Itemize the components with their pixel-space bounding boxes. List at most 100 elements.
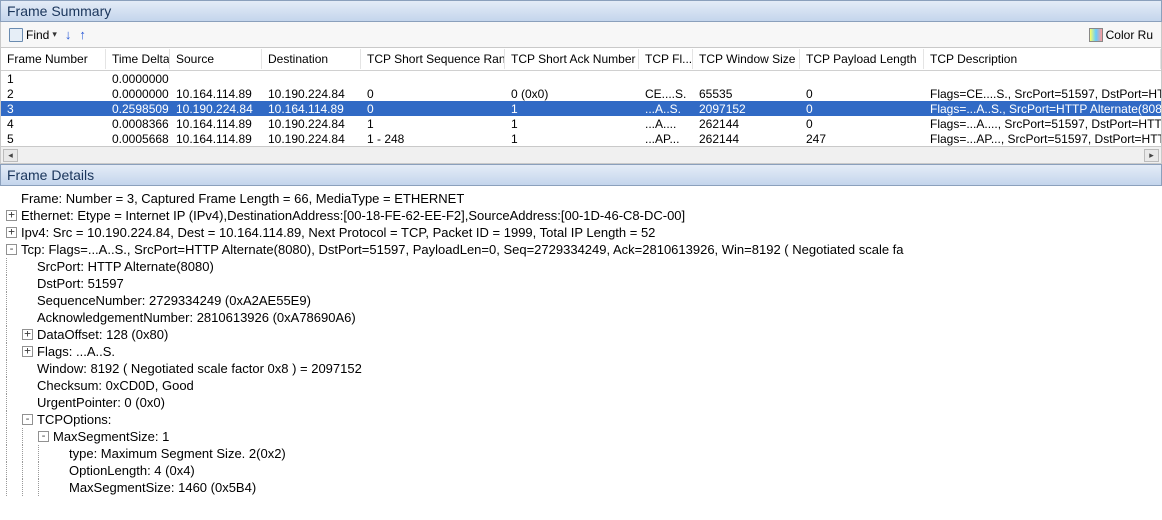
expand-icon[interactable]: + [6,210,17,221]
arrow-up-icon: ↑ [79,27,86,42]
tree-node-text: SrcPort: HTTP Alternate(8080) [37,258,214,275]
col-frame-number[interactable]: Frame Number [1,49,106,69]
tree-node-text: Ipv4: Src = 10.190.224.84, Dest = 10.164… [21,224,655,241]
cell-source: 10.190.224.84 [170,102,262,116]
tree-node[interactable]: Frame: Number = 3, Captured Frame Length… [6,190,1160,207]
tree-leaf-icon [54,448,65,459]
cell-tcp-flags: ...AP... [639,132,693,146]
cell-payload-len: 0 [800,87,924,101]
tree-leaf-icon [54,482,65,493]
tree-node-text: OptionLength: 4 (0x4) [69,462,195,479]
tree-node[interactable]: Window: 8192 ( Negotiated scale factor 0… [6,360,1160,377]
tree-node-text: Tcp: Flags=...A..S., SrcPort=HTTP Altern… [21,241,904,258]
tree-node[interactable]: MaxSegmentSize: 1460 (0x5B4) [6,479,1160,496]
cell-payload-len: 247 [800,132,924,146]
cell-seq-range: 0 [361,87,505,101]
col-window-size[interactable]: TCP Window Size [693,49,800,69]
frame-details-tree[interactable]: Frame: Number = 3, Captured Frame Length… [0,186,1162,500]
tree-node-text: Flags: ...A..S. [37,343,115,360]
cell-frame-number: 1 [1,72,106,86]
cell-window-size: 2097152 [693,102,800,116]
cell-destination: 10.190.224.84 [262,117,361,131]
tree-node[interactable]: + Flags: ...A..S. [6,343,1160,360]
find-label: Find [26,28,49,42]
tree-leaf-icon [22,397,33,408]
tree-node[interactable]: Checksum: 0xCD0D, Good [6,377,1160,394]
expand-icon[interactable]: + [6,227,17,238]
tree-node[interactable]: +DataOffset: 128 (0x80) [6,326,1160,343]
table-row[interactable]: 50.000566810.164.114.8910.190.224.841 - … [1,131,1161,146]
col-description[interactable]: TCP Description [924,49,1161,69]
cell-payload-len: 0 [800,102,924,116]
col-ack-number[interactable]: TCP Short Ack Number [505,49,639,69]
frame-summary-header: Frame Summary [0,0,1162,22]
cell-tcp-flags: ...A..S. [639,102,693,116]
tree-node[interactable]: UrgentPointer: 0 (0x0) [6,394,1160,411]
table-row[interactable]: 30.259850910.190.224.8410.164.114.8901..… [1,101,1161,116]
grid-body: 10.000000020.000000010.164.114.8910.190.… [1,71,1161,146]
color-rules-icon [1089,28,1103,42]
table-row[interactable]: 20.000000010.164.114.8910.190.224.8400 (… [1,86,1161,101]
tree-leaf-icon [6,193,17,204]
cell-ack-number: 1 [505,132,639,146]
tree-node[interactable]: +Ethernet: Etype = Internet IP (IPv4),De… [6,207,1160,224]
tree-node[interactable]: + Ipv4: Src = 10.190.224.84, Dest = 10.16… [6,224,1160,241]
cell-destination: 10.190.224.84 [262,87,361,101]
col-tcp-flags[interactable]: TCP Fl... [639,49,693,69]
tree-node[interactable]: OptionLength: 4 (0x4) [6,462,1160,479]
tree-node-text: MaxSegmentSize: 1 [53,428,169,445]
chevron-down-icon: ▾ [52,29,57,40]
tree-node[interactable]: -TCPOptions: [6,411,1160,428]
tree-node-text: TCPOptions: [37,411,111,428]
tree-leaf-icon [22,295,33,306]
find-icon [9,28,23,42]
tree-node[interactable]: type: Maximum Segment Size. 2(0x2) [6,445,1160,462]
scroll-track[interactable] [20,149,1142,162]
tree-node-text: Checksum: 0xCD0D, Good [37,377,194,394]
frame-details-header: Frame Details [0,164,1162,186]
tree-node-text: AcknowledgementNumber: 2810613926 (0xA78… [37,309,356,326]
collapse-icon[interactable]: - [38,431,49,442]
scroll-right-button[interactable]: ▸ [1144,149,1159,162]
cell-frame-number: 3 [1,102,106,116]
collapse-icon[interactable]: - [6,244,17,255]
collapse-icon[interactable]: - [22,414,33,425]
cell-frame-number: 2 [1,87,106,101]
cell-source: 10.164.114.89 [170,87,262,101]
tree-node[interactable]: SequenceNumber: 2729334249 (0xA2AE55E9) [6,292,1160,309]
frame-summary-grid[interactable]: Frame Number Time Delta Source Destinati… [0,48,1162,147]
tree-node[interactable]: SrcPort: HTTP Alternate(8080) [6,258,1160,275]
cell-window-size: 262144 [693,132,800,146]
cell-window-size: 65535 [693,87,800,101]
prev-match-button[interactable]: ↑ [75,27,90,42]
color-rules-button[interactable]: Color Ru [1085,26,1157,44]
col-destination[interactable]: Destination [262,49,361,69]
tree-leaf-icon [22,278,33,289]
col-payload-len[interactable]: TCP Payload Length [800,49,924,69]
cell-seq-range: 1 [361,117,505,131]
col-seq-range[interactable]: TCP Short Sequence Range [361,49,505,69]
table-row[interactable]: 40.000836610.164.114.8910.190.224.8411..… [1,116,1161,131]
tree-node[interactable]: -MaxSegmentSize: 1 [6,428,1160,445]
tree-node[interactable]: DstPort: 51597 [6,275,1160,292]
col-time-delta[interactable]: Time Delta [106,49,170,69]
next-match-button[interactable]: ↓ [61,27,76,42]
tree-leaf-icon [54,465,65,476]
cell-time-delta: 0.0005668 [106,132,170,146]
cell-destination: 10.164.114.89 [262,102,361,116]
tree-node[interactable]: -Tcp: Flags=...A..S., SrcPort=HTTP Alter… [6,241,1160,258]
cell-tcp-flags: CE....S. [639,87,693,101]
cell-time-delta: 0.0000000 [106,72,170,86]
expand-icon[interactable]: + [22,329,33,340]
tree-node-text: SequenceNumber: 2729334249 (0xA2AE55E9) [37,292,311,309]
tree-node[interactable]: AcknowledgementNumber: 2810613926 (0xA78… [6,309,1160,326]
find-button[interactable]: Find ▾ [5,26,61,44]
table-row[interactable]: 10.0000000 [1,71,1161,86]
scroll-left-button[interactable]: ◂ [3,149,18,162]
col-source[interactable]: Source [170,49,262,69]
color-rules-label: Color Ru [1106,28,1153,42]
cell-seq-range: 0 [361,102,505,116]
grid-h-scrollbar[interactable]: ◂ ▸ [0,147,1162,164]
expand-icon[interactable]: + [22,346,33,357]
cell-ack-number: 0 (0x0) [505,87,639,101]
